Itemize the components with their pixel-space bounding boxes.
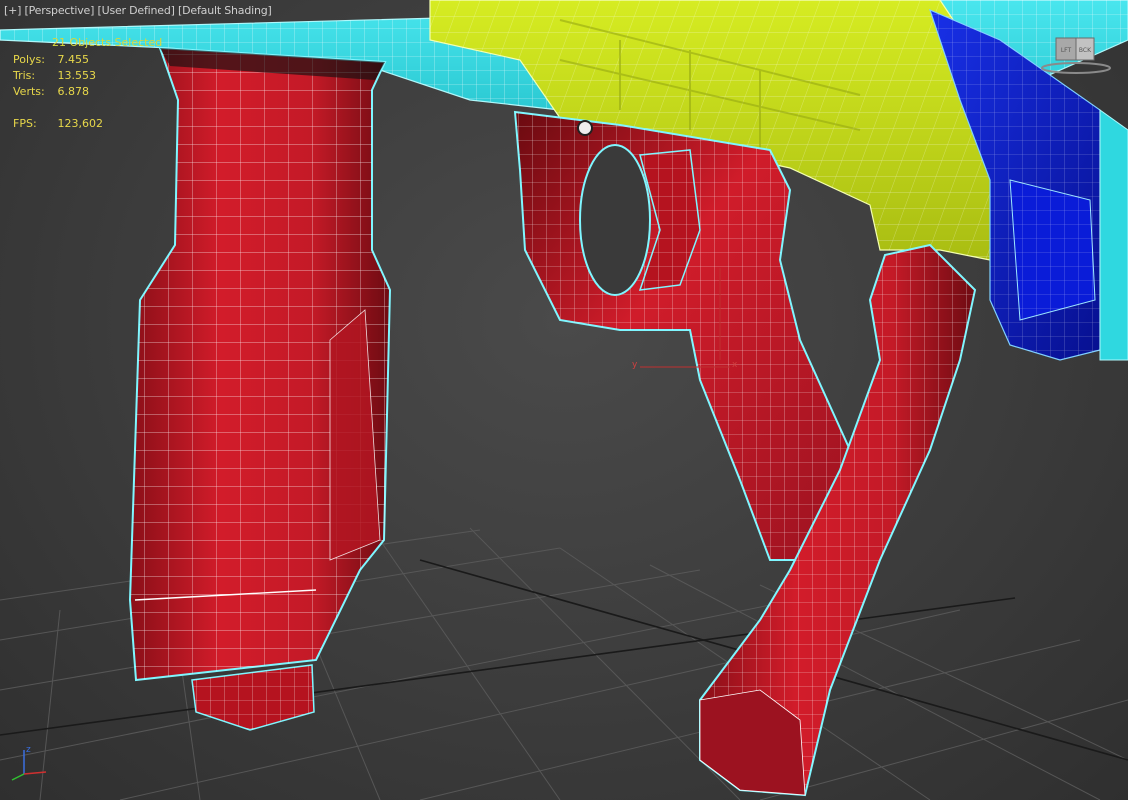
selection-status: 21 Objects Selected: [52, 36, 163, 49]
viewport-view-button[interactable]: [Perspective]: [25, 4, 95, 17]
stat-tris: Tris: 13.553: [13, 68, 103, 84]
scene-render[interactable]: [0, 0, 1128, 800]
stat-polys-label: Polys:: [13, 53, 45, 66]
gizmo-y-label: y: [632, 360, 638, 370]
stat-polys-value: 7.455: [57, 53, 90, 66]
stat-fps-value: 123,602: [57, 117, 104, 130]
viewport-camera-button[interactable]: [User Defined]: [98, 4, 175, 17]
stat-fps: FPS: 123,602: [13, 116, 103, 132]
axis-tripod-icon: z: [11, 745, 47, 781]
stat-verts: Verts: 6.878: [13, 84, 103, 100]
pistol-grip-mesh[interactable]: [513, 110, 862, 561]
stat-tris-label: Tris:: [13, 69, 36, 82]
stat-fps-label: FPS:: [13, 117, 37, 130]
foregrip-mesh[interactable]: [128, 46, 392, 731]
viewport-statistics: Polys: 7.455 Tris: 13.553 Verts: 6.878 F…: [13, 52, 103, 132]
3d-viewport[interactable]: [+] [Perspective] [User Defined] [Defaul…: [0, 0, 1128, 800]
viewcube-icon[interactable]: LFT BCK: [1040, 34, 1112, 78]
gizmo-x-label: x: [732, 360, 738, 370]
viewport-label[interactable]: [+] [Perspective] [User Defined] [Defaul…: [4, 4, 272, 17]
stat-verts-value: 6.878: [57, 85, 90, 98]
stat-polys: Polys: 7.455: [13, 52, 103, 68]
viewcube-back-face[interactable]: BCK: [1079, 47, 1092, 54]
viewport-menu-button[interactable]: [+]: [4, 4, 21, 17]
viewcube-left-face[interactable]: LFT: [1061, 47, 1072, 54]
axis-z-label: z: [26, 745, 31, 755]
stat-verts-label: Verts:: [13, 85, 45, 98]
viewport-shading-button[interactable]: [Default Shading]: [178, 4, 272, 17]
stat-tris-value: 13.553: [57, 69, 97, 82]
